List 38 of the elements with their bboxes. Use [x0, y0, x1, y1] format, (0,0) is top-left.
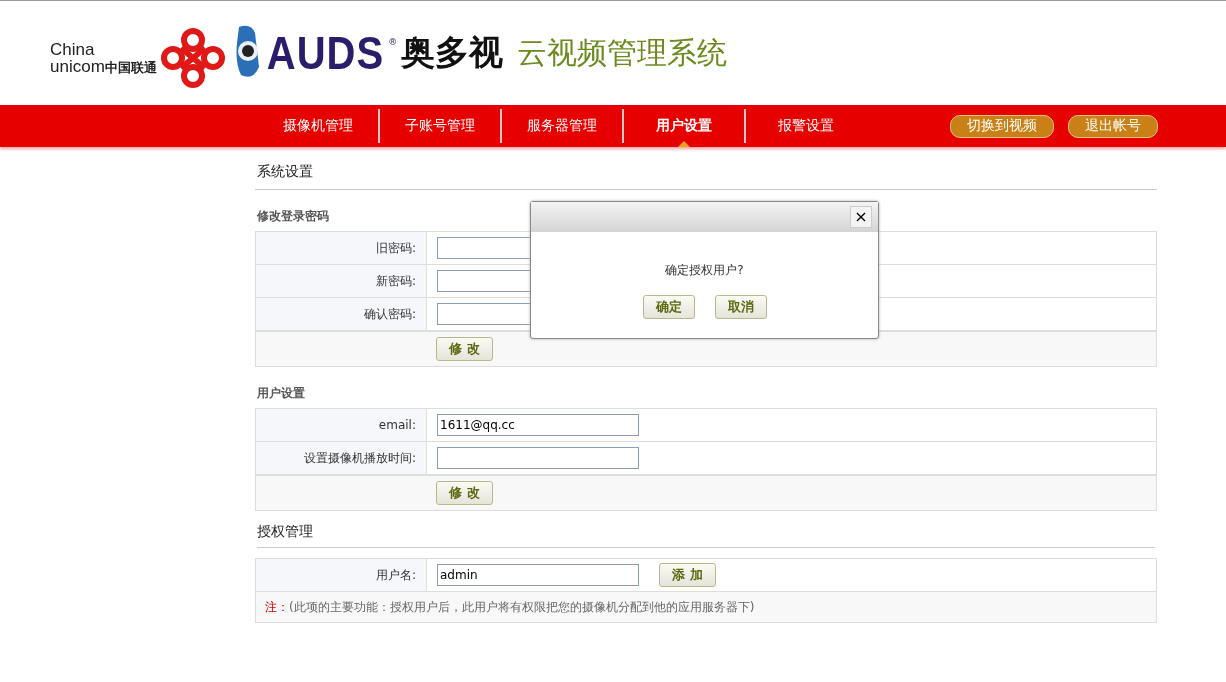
input-field[interactable]: admin [437, 564, 639, 586]
registered-mark: ® [388, 37, 398, 47]
submit-button[interactable]: 修 改 [436, 481, 493, 505]
input-field[interactable]: 1611@qq.cc [437, 414, 639, 436]
field-label: 设置摄像机播放时间: [256, 442, 427, 474]
add-button[interactable]: 添 加 [659, 563, 716, 587]
field-label: email: [256, 409, 427, 441]
confirm-button[interactable]: 确定 [642, 295, 695, 319]
nav-tab[interactable]: 子账号管理 [378, 109, 500, 143]
page-title: 系统设置 [255, 161, 1157, 190]
close-button[interactable]: × [850, 206, 872, 228]
dialog-message: 确定授权用户? [664, 262, 745, 279]
logo-text: 中国联通 [104, 59, 157, 76]
knot-logo-icon [158, 26, 227, 90]
field-label: 新密码: [256, 265, 427, 297]
section-title: 授权管理 [257, 523, 313, 539]
logo-text: China [50, 41, 96, 58]
system-title: 云视频管理系统 [517, 33, 728, 72]
caret-icon [678, 141, 690, 147]
cancel-button[interactable]: 取消 [714, 295, 767, 319]
note-text: (此项的主要功能：授权用户后，此用户将有权限把您的摄像机分配到他的应用服务器下) [289, 598, 755, 616]
switch-view-button[interactable]: 切换到视频 [950, 114, 1054, 138]
brand-name: 奥多视 [401, 31, 504, 74]
brand-logo-text: AUDS [266, 27, 385, 79]
field-label: 用户名: [256, 559, 427, 591]
input-field[interactable] [437, 447, 639, 469]
section-title: 用户设置 [257, 386, 305, 400]
nav-tab[interactable]: 服务器管理 [500, 109, 622, 143]
submit-button[interactable]: 修 改 [436, 337, 493, 361]
nav-tab[interactable]: 用户设置 [622, 109, 744, 143]
note-label: 注： [265, 598, 289, 616]
logo-text: unicom [50, 58, 105, 75]
logout-button[interactable]: 退出帐号 [1068, 114, 1158, 138]
nav-tab[interactable]: 摄像机管理 [258, 109, 378, 143]
field-label: 确认密码: [256, 298, 427, 330]
section-title: 修改登录密码 [257, 209, 329, 223]
field-label: 旧密码: [256, 232, 427, 264]
nav-tab[interactable]: 报警设置 [744, 109, 866, 143]
